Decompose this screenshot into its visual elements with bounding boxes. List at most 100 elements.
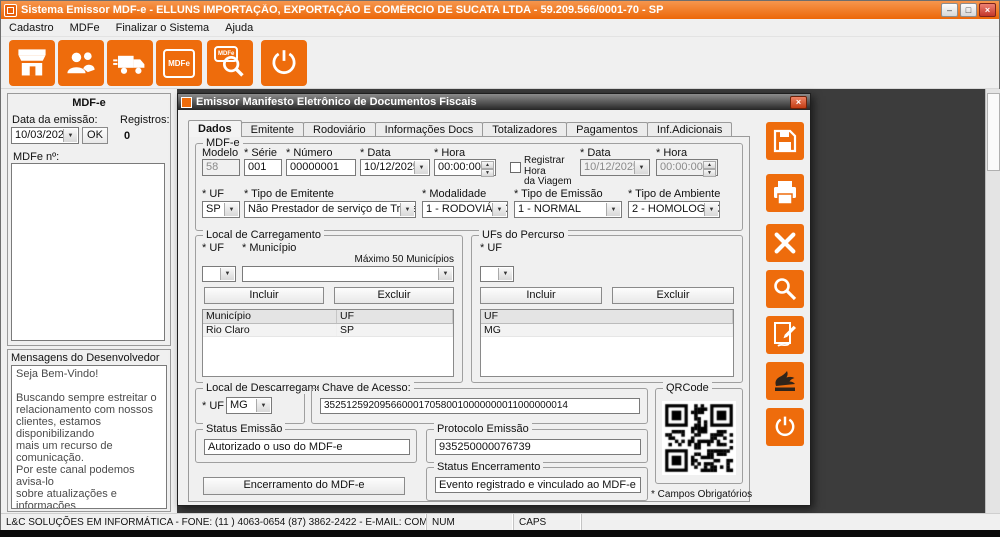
- carregamento-uf-combo[interactable]: ▼: [202, 266, 236, 282]
- numero-field[interactable]: 00000001: [286, 159, 356, 176]
- save-button[interactable]: [766, 122, 804, 160]
- mdi-scrollbar[interactable]: [985, 89, 1000, 513]
- tipo-emissao-label: * Tipo de Emissão: [514, 188, 603, 200]
- minimize-button[interactable]: –: [941, 3, 958, 17]
- mdfe-document-button[interactable]: MDFe: [156, 40, 202, 86]
- modalidade-combo[interactable]: 1 - RODOVIÁRIO▼: [422, 201, 508, 218]
- status-emissao-value: Autorizado o uso do MDF-e: [205, 440, 409, 454]
- hora-label: * Hora: [434, 147, 465, 159]
- percurso-uf-combo[interactable]: ▼: [480, 266, 514, 282]
- tab-totalizadores[interactable]: Totalizadores: [482, 122, 567, 136]
- dropdown-arrow-icon[interactable]: ▼: [256, 399, 270, 412]
- truck-icon: [112, 45, 148, 81]
- modelo-field: 58: [202, 159, 240, 176]
- spinner-up-icon: ▲: [703, 161, 716, 169]
- tab-pagamentos[interactable]: Pagamentos: [566, 122, 648, 136]
- main-toolbar: MDFe MDFe: [1, 37, 999, 89]
- status-encerramento-groupbox: Status Encerramento Evento registrado e …: [426, 467, 648, 501]
- registrar-hora-label: Registrar Hora da Viagem: [524, 156, 578, 188]
- chave-value: 3525125920956600017058001000000001100000…: [321, 399, 639, 412]
- spinner-arrows[interactable]: ▲▼: [481, 161, 494, 174]
- tab-informacoes-docs[interactable]: Informações Docs: [375, 122, 484, 136]
- tab-inf-adicionais[interactable]: Inf.Adicionais: [647, 122, 732, 136]
- municipios-table[interactable]: Município UF Rio Claro SP: [202, 309, 454, 377]
- mdi-area: Emissor Manifesto Eletrônico de Document…: [177, 89, 985, 513]
- table-row[interactable]: Rio Claro SP: [203, 324, 453, 337]
- dropdown-arrow-icon[interactable]: ▼: [400, 203, 414, 216]
- table-row[interactable]: MG: [481, 324, 733, 337]
- statusbar-caps: CAPS: [514, 514, 582, 531]
- uf-combo[interactable]: SP▼: [202, 201, 240, 218]
- serie-field[interactable]: 001: [244, 159, 282, 176]
- status-encerramento-title: Status Encerramento: [434, 461, 543, 473]
- maximize-button[interactable]: □: [960, 3, 977, 17]
- tab-rodoviario[interactable]: Rodoviário: [303, 122, 376, 136]
- close-editor-button[interactable]: [766, 408, 804, 446]
- carregamento-excluir-button[interactable]: Excluir: [334, 287, 454, 304]
- printer-icon: [771, 179, 799, 207]
- print-button[interactable]: [766, 174, 804, 212]
- tab-emitente[interactable]: Emitente: [241, 122, 304, 136]
- hora-viagem-spinner: 00:00:00 ▲▼: [656, 159, 718, 176]
- hora2-label: * Hora: [656, 147, 687, 159]
- main-titlebar: Sistema Emissor MDF-e - ELLUNS IMPORTAÇÃ…: [1, 1, 999, 19]
- percurso-table[interactable]: UF MG: [480, 309, 734, 377]
- exit-button[interactable]: [261, 40, 307, 86]
- chave-groupbox: Chave de Acesso: 35251259209566000170580…: [311, 388, 648, 424]
- registrar-hora-checkbox[interactable]: [510, 162, 521, 173]
- tipo-emitente-combo[interactable]: Não Prestador de serviço de Trans▼: [244, 201, 416, 218]
- data-emissao-picker[interactable]: 10/03/2026 ▼: [11, 127, 79, 144]
- close-button[interactable]: ×: [979, 3, 996, 17]
- users-button[interactable]: [58, 40, 104, 86]
- percurso-excluir-button[interactable]: Excluir: [612, 287, 734, 304]
- messages-panel-title: Mensagens do Desenvolvedor: [11, 352, 160, 364]
- tab-dados[interactable]: Dados: [188, 120, 242, 137]
- numero-value: 00000001: [287, 160, 355, 174]
- dropdown-arrow-icon[interactable]: ▼: [220, 268, 234, 280]
- mdfe-number-listbox[interactable]: [11, 163, 165, 341]
- menu-cadastro[interactable]: Cadastro: [1, 20, 62, 36]
- dropdown-arrow-icon[interactable]: ▼: [498, 268, 512, 280]
- dropdown-arrow-icon[interactable]: ▼: [438, 268, 452, 280]
- menu-mdfe[interactable]: MDFe: [62, 20, 108, 36]
- messages-body: Seja Bem-Vindo! Buscando sempre estreita…: [11, 365, 167, 509]
- encerramento-button[interactable]: Encerramento do MDF-e: [203, 477, 405, 495]
- store-button[interactable]: [9, 40, 55, 86]
- carregamento-groupbox: Local de Carregamento * UF * Município M…: [195, 235, 463, 383]
- carregamento-incluir-button[interactable]: Incluir: [204, 287, 324, 304]
- emissor-window: Emissor Manifesto Eletrônico de Document…: [177, 93, 811, 506]
- dropdown-arrow-icon[interactable]: ▼: [606, 203, 620, 216]
- dropdown-arrow-icon[interactable]: ▼: [224, 203, 238, 216]
- tipo-ambiente-combo[interactable]: 2 - HOMOLOGAÇÃO▼: [628, 201, 720, 218]
- hora-spinner[interactable]: 00:00:00 ▲▼: [434, 159, 496, 176]
- dropdown-arrow-icon[interactable]: ▼: [63, 129, 77, 142]
- chave-field[interactable]: 3525125920956600017058001000000001100000…: [320, 398, 640, 414]
- scrollbar-thumb[interactable]: [987, 93, 1000, 171]
- tipo-emissao-combo[interactable]: 1 - NORMAL▼: [514, 201, 622, 218]
- store-icon: [15, 46, 49, 80]
- municipio-combo[interactable]: ▼: [242, 266, 454, 282]
- dropdown-arrow-icon[interactable]: ▼: [704, 203, 718, 216]
- child-close-button[interactable]: ×: [790, 96, 807, 109]
- menu-ajuda[interactable]: Ajuda: [217, 20, 261, 36]
- stamp-button[interactable]: [766, 362, 804, 400]
- mdfe-search-button[interactable]: MDFe: [207, 40, 253, 86]
- truck-button[interactable]: [107, 40, 153, 86]
- percurso-incluir-button[interactable]: Incluir: [480, 287, 602, 304]
- ok-button[interactable]: OK: [82, 127, 108, 144]
- status-emissao-groupbox: Status Emissão Autorizado o uso do MDF-e: [195, 429, 417, 463]
- window-title: Sistema Emissor MDF-e - ELLUNS IMPORTAÇÃ…: [21, 4, 941, 16]
- header-municipio: Município: [203, 310, 337, 323]
- menu-finalizar[interactable]: Finalizar o Sistema: [108, 20, 218, 36]
- descarregamento-uf-label: * UF: [202, 400, 224, 412]
- dropdown-arrow-icon[interactable]: ▼: [492, 203, 506, 216]
- modelo-label: Modelo: [202, 147, 238, 159]
- sign-document-button[interactable]: [766, 316, 804, 354]
- cancel-button[interactable]: [766, 224, 804, 262]
- statusbar-info: L&C SOLUÇÕES EM INFORMÁTICA - FONE: (11 …: [1, 514, 427, 531]
- descarregamento-uf-combo[interactable]: MG▼: [226, 397, 272, 414]
- data-picker[interactable]: 10/12/2025▼: [360, 159, 430, 176]
- protocolo-value: 935250000076739: [436, 440, 640, 454]
- search-button[interactable]: [766, 270, 804, 308]
- dropdown-arrow-icon[interactable]: ▼: [414, 161, 428, 174]
